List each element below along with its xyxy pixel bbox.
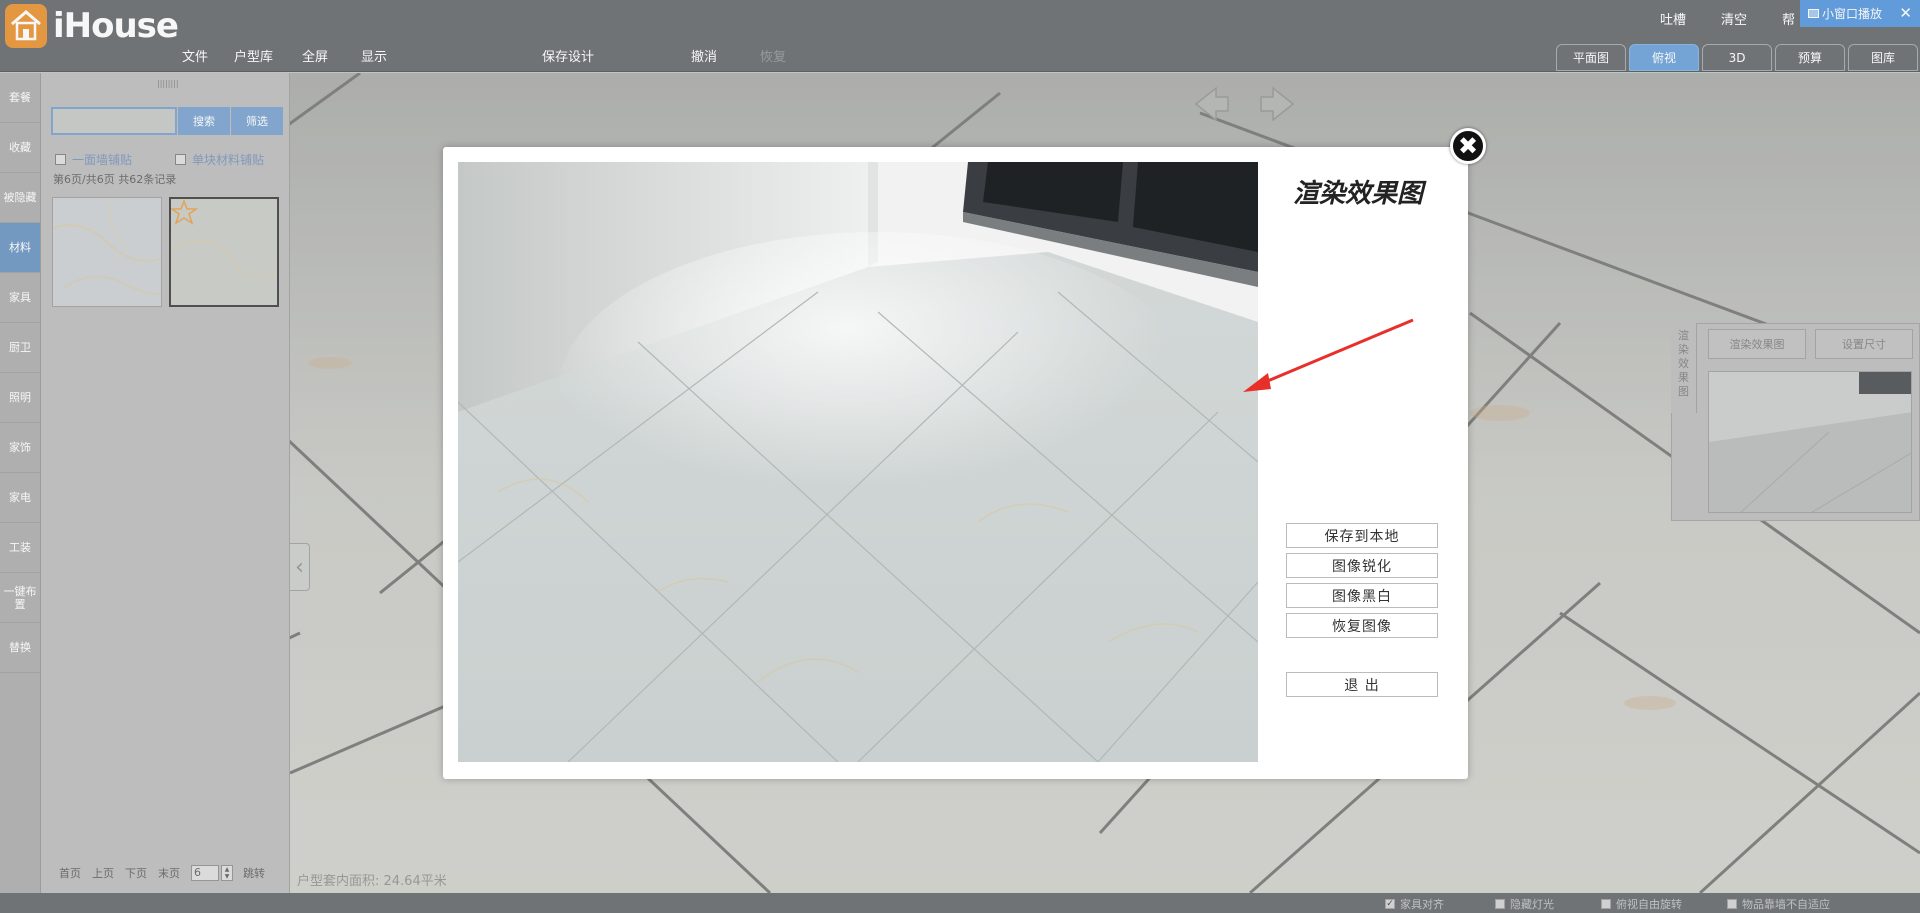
checkbox-box[interactable] (1495, 899, 1505, 909)
drag-grip-icon[interactable]: |||||||| (157, 79, 179, 88)
checkbox-box[interactable] (175, 154, 186, 165)
sidebar-item-materials[interactable]: 材料 (0, 223, 40, 273)
save-to-local-button[interactable]: 保存到本地 (1286, 523, 1438, 548)
render-vertical-tab-label: 渲染效果图 (1678, 329, 1689, 398)
house-logo-icon (5, 4, 47, 48)
no-auto-fit-checkbox[interactable]: 物品靠墙不自适应 (1727, 896, 1830, 912)
furniture-align-checkbox[interactable]: ✓ 家具对齐 (1385, 896, 1444, 912)
checkbox-box[interactable] (55, 154, 66, 165)
sidebar-item-commercial[interactable]: 工装 (0, 523, 40, 573)
tab-topview[interactable]: 俯视 (1629, 44, 1699, 71)
checkbox-box[interactable] (1601, 899, 1611, 909)
menu-display[interactable]: 显示 (361, 46, 387, 65)
sidebar-item-replace[interactable]: 替换 (0, 623, 40, 673)
page-info: 第6页/共6页 共62条记录 (53, 173, 177, 186)
dialog-title: 渲染效果图 (1293, 179, 1424, 209)
tab-3d[interactable]: 3D (1702, 44, 1772, 71)
sharpen-image-button[interactable]: 图像锐化 (1286, 553, 1438, 578)
collapse-panel-chevron-left-icon[interactable]: ‹ (290, 543, 310, 591)
sidebar-item-furniture[interactable]: 家具 (0, 273, 40, 323)
logo-text: iHouse (53, 6, 179, 46)
one-wall-tiling-checkbox[interactable]: 一面墙铺贴 (55, 151, 132, 168)
checkbox-label: 单块材料铺贴 (192, 153, 265, 167)
close-icon[interactable]: ✕ (1899, 4, 1912, 22)
free-rotate-checkbox[interactable]: 俯视自由旋转 (1601, 896, 1682, 912)
category-sidebar: 套餐 收藏 被隐藏 材料 家具 厨卫 照明 家饰 家电 工装 一键布置 替换 (0, 73, 41, 893)
page-spinner-icon[interactable]: ▲ ▼ (221, 865, 233, 881)
tab-budget[interactable]: 预算 (1775, 44, 1845, 71)
search-input[interactable] (51, 107, 177, 135)
app-logo[interactable]: iHouse (5, 4, 179, 48)
tab-gallery[interactable]: 图库 (1848, 44, 1918, 71)
status-label: 物品靠墙不自适应 (1742, 898, 1830, 911)
materials-panel: |||||||| 搜索 筛选 一面墙铺贴 单块材料铺贴 第6页/共6页 共62条… (41, 73, 290, 893)
material-thumbnail-selected[interactable] (169, 197, 279, 307)
sidebar-item-package[interactable]: 套餐 (0, 73, 40, 123)
hide-lights-checkbox[interactable]: 隐藏灯光 (1495, 896, 1554, 912)
filter-button[interactable]: 筛选 (231, 107, 283, 135)
render-image (458, 162, 1258, 762)
arrow-left-icon[interactable] (1192, 84, 1232, 124)
page-number-input[interactable]: 6 (191, 865, 219, 881)
dialog-close-icon[interactable]: ✖ (1450, 128, 1486, 164)
floor-area-label: 户型套内面积: 24.64平米 (297, 874, 447, 889)
save-design-button[interactable]: 保存设计 (542, 46, 594, 65)
render-vertical-tab[interactable]: 渲染效果图 (1671, 323, 1697, 413)
menu-fullscreen[interactable]: 全屏 (302, 46, 328, 65)
menu-floorplan-library[interactable]: 户型库 (234, 46, 273, 65)
first-page-link[interactable]: 首页 (59, 865, 81, 881)
small-window-label: 小窗口播放 (1822, 7, 1883, 21)
exit-button[interactable]: 退 出 (1286, 672, 1438, 697)
render-preview-thumbnail[interactable] (1708, 371, 1912, 513)
last-page-link[interactable]: 末页 (158, 865, 180, 881)
next-page-link[interactable]: 下页 (125, 865, 147, 881)
sidebar-item-hidden[interactable]: 被隐藏 (0, 173, 40, 223)
sidebar-item-lighting[interactable]: 照明 (0, 373, 40, 423)
material-thumbnail[interactable] (52, 197, 162, 307)
grayscale-image-button[interactable]: 图像黑白 (1286, 583, 1438, 608)
feedback-link[interactable]: 吐槽 (1660, 9, 1686, 28)
clear-link[interactable]: 清空 (1721, 9, 1747, 28)
checkbox-label: 一面墙铺贴 (72, 153, 133, 167)
search-button[interactable]: 搜索 (178, 107, 230, 135)
status-label: 俯视自由旋转 (1616, 898, 1682, 911)
restore-image-button[interactable]: 恢复图像 (1286, 613, 1438, 638)
jump-button[interactable]: 跳转 (243, 865, 265, 881)
arrow-right-icon[interactable] (1257, 84, 1297, 124)
render-image-button[interactable]: 渲染效果图 (1708, 329, 1806, 359)
render-result-dialog: 渲染效果图 保存到本地 图像锐化 图像黑白 恢复图像 退 出 (443, 147, 1468, 779)
window-icon (1808, 9, 1819, 18)
status-label: 家具对齐 (1400, 898, 1444, 911)
redo-button[interactable]: 恢复 (760, 46, 786, 65)
single-material-tiling-checkbox[interactable]: 单块材料铺贴 (175, 151, 264, 168)
menu-file[interactable]: 文件 (182, 46, 208, 65)
sidebar-item-appliances[interactable]: 家电 (0, 473, 40, 523)
annotation-arrow-icon (1243, 318, 1414, 392)
small-window-play-button[interactable]: 小窗口播放 ✕ (1800, 0, 1920, 27)
tab-floorplan[interactable]: 平面图 (1556, 44, 1626, 71)
sidebar-item-auto-layout[interactable]: 一键布置 (0, 573, 40, 623)
status-bar: ✓ 家具对齐 隐藏灯光 俯视自由旋转 物品靠墙不自适应 (0, 893, 1920, 913)
checkbox-checked-icon[interactable]: ✓ (1385, 899, 1395, 909)
prev-page-link[interactable]: 上页 (92, 865, 114, 881)
status-label: 隐藏灯光 (1510, 898, 1554, 911)
sidebar-item-decor[interactable]: 家饰 (0, 423, 40, 473)
top-toolbar: iHouse 文件 户型库 全屏 显示 保存设计 撤消 恢复 吐槽 清空 帮 小… (0, 0, 1920, 72)
help-link[interactable]: 帮 (1782, 9, 1795, 28)
undo-button[interactable]: 撤消 (691, 46, 717, 65)
sidebar-item-kitchen-bath[interactable]: 厨卫 (0, 323, 40, 373)
sidebar-item-favorites[interactable]: 收藏 (0, 123, 40, 173)
checkbox-box[interactable] (1727, 899, 1737, 909)
pagination: 首页 上页 下页 末页 6 ▲ ▼ 跳转 (59, 865, 276, 881)
set-size-button[interactable]: 设置尺寸 (1815, 329, 1913, 359)
